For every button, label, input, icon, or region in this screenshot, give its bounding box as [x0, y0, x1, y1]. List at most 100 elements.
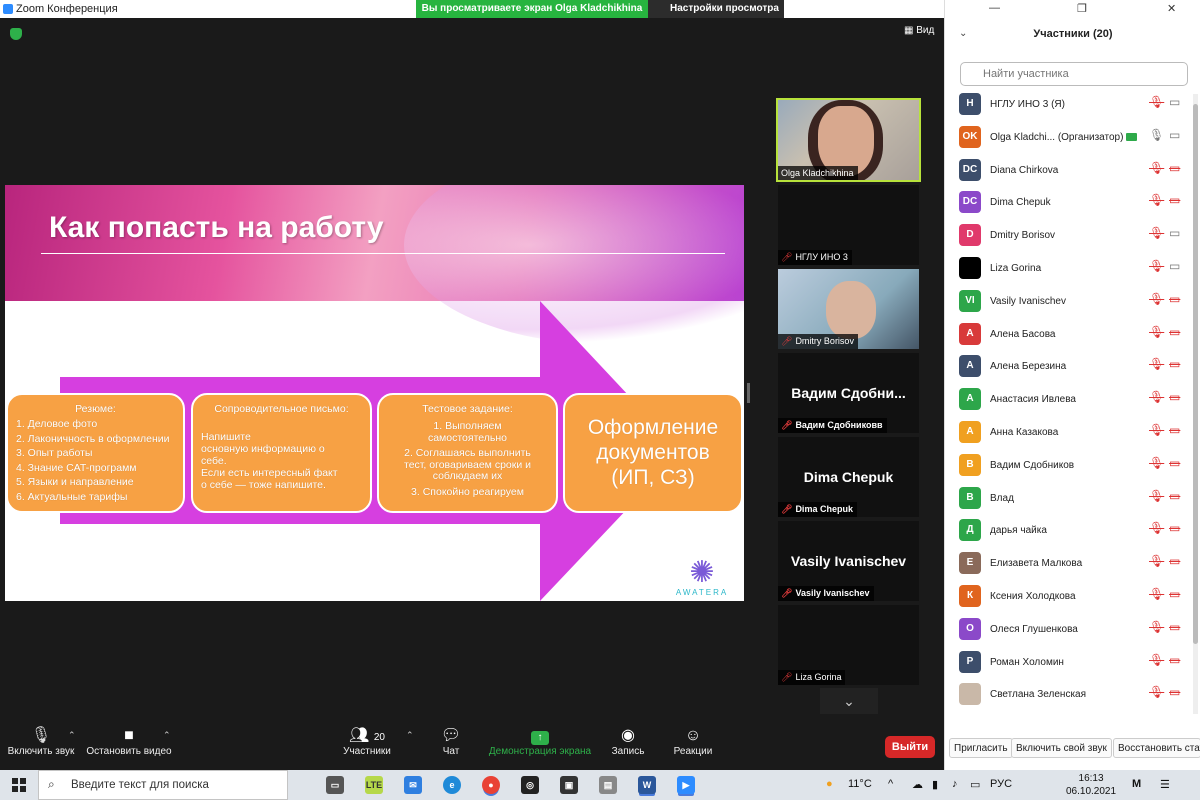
calculator-icon[interactable]: ▤ — [599, 776, 617, 794]
video-tile[interactable]: Dima Chepuk 🎤︎ Dima Chepuk — [778, 437, 919, 517]
video-off-icon[interactable]: ▭ — [1169, 521, 1180, 535]
minimize-icon[interactable]: — — [989, 2, 1000, 14]
participant-row[interactable]: D Dmitry Borisov 🎙︎ ▭ — [945, 220, 1191, 252]
unmute-button[interactable]: 🎙︎ Включить звук — [6, 726, 76, 757]
mic-icon[interactable]: 🎙︎ — [1149, 128, 1164, 142]
mic-muted-icon[interactable]: 🎙︎ — [1149, 357, 1164, 371]
video-off-icon[interactable]: ▭ — [1169, 292, 1180, 306]
scrollbar[interactable] — [1193, 94, 1198, 714]
participant-row[interactable]: Liza Gorina 🎙︎ ▭ — [945, 253, 1191, 285]
battery-icon[interactable]: ▭ — [970, 778, 980, 791]
audio-options-caret-icon[interactable]: ⌃ — [68, 730, 76, 741]
mic-muted-icon[interactable]: 🎙︎ — [1149, 423, 1164, 437]
video-options-caret-icon[interactable]: ⌃ — [163, 730, 171, 741]
onedrive-icon[interactable]: ☁ — [912, 778, 923, 791]
video-off-icon[interactable]: ▭ — [1169, 554, 1180, 568]
video-off-icon[interactable]: ▭ — [1169, 357, 1180, 371]
participants-button[interactable]: 👥︎ 20 Участники — [340, 726, 394, 757]
participant-row[interactable]: А Анна Казакова 🎙︎ ▭ — [945, 417, 1191, 449]
mic-muted-icon[interactable]: 🎙︎ — [1149, 456, 1164, 470]
video-off-icon[interactable]: ▭ — [1169, 685, 1180, 699]
participant-search-input[interactable] — [960, 62, 1188, 86]
windows-start-icon[interactable] — [12, 778, 26, 792]
lte-app-icon[interactable]: LTE — [365, 776, 383, 794]
mic-muted-icon[interactable]: 🎙︎ — [1149, 95, 1164, 109]
video-tile[interactable]: Olga Kladchikhina — [776, 98, 921, 182]
video-tile[interactable]: 🎤︎ Dmitry Borisov — [778, 269, 919, 349]
scrollbar-thumb[interactable] — [1193, 104, 1198, 644]
chrome-icon[interactable]: ● — [482, 776, 500, 794]
video-camera-icon[interactable]: ▭ — [1169, 95, 1180, 109]
video-off-icon[interactable]: ▭ — [1169, 587, 1180, 601]
volume-icon[interactable]: ♪ — [952, 778, 958, 790]
view-button[interactable]: ▦ Вид — [904, 25, 934, 36]
mic-muted-icon[interactable]: 🎙︎ — [1149, 620, 1164, 634]
mail-icon[interactable]: ✉ — [404, 776, 422, 794]
participant-row[interactable]: VI Vasily Ivanischev 🎙︎ ▭ — [945, 286, 1191, 318]
mic-muted-icon[interactable]: 🎙︎ — [1149, 161, 1164, 175]
shield-icon[interactable] — [10, 28, 22, 40]
mic-muted-icon[interactable]: 🎙︎ — [1149, 554, 1164, 568]
record-button[interactable]: ◉ Запись — [608, 726, 648, 757]
video-off-icon[interactable]: ▭ — [1169, 423, 1180, 437]
invite-button[interactable]: Пригласить — [949, 738, 1013, 758]
mic-muted-icon[interactable]: 🎙︎ — [1149, 390, 1164, 404]
participant-row[interactable]: О Олеся Глушенкова 🎙︎ ▭ — [945, 614, 1191, 646]
mic-muted-icon[interactable]: 🎙︎ — [1149, 259, 1164, 273]
video-off-icon[interactable]: ▭ — [1169, 325, 1180, 339]
participant-row[interactable]: Светлана Зеленская 🎙︎ ▭ — [945, 679, 1191, 711]
participant-row[interactable]: DC Diana Chirkova 🎙︎ ▭ — [945, 155, 1191, 187]
video-camera-icon[interactable]: ▭ — [1169, 128, 1180, 142]
video-off-icon[interactable]: ▭ — [1169, 620, 1180, 634]
participant-row[interactable]: Н НГЛУ ИНО 3 (Я) 🎙︎ ▭ — [945, 89, 1191, 121]
mic-muted-icon[interactable]: 🎙︎ — [1149, 685, 1164, 699]
obs-icon[interactable]: ◎ — [521, 776, 539, 794]
reactions-button[interactable]: ☺ Реакции — [670, 726, 716, 757]
chat-button[interactable]: 💬︎ Чат — [436, 726, 466, 757]
chevron-up-icon[interactable]: ^ — [888, 778, 893, 790]
language-indicator[interactable]: РУС — [990, 778, 1012, 790]
mic-muted-icon[interactable]: 🎙︎ — [1149, 587, 1164, 601]
network-icon[interactable]: ▮ — [932, 778, 938, 791]
participant-row[interactable]: DC Dima Chepuk 🎙︎ ▭ — [945, 187, 1191, 219]
edge-icon[interactable]: e — [443, 776, 461, 794]
word-icon[interactable]: W — [638, 776, 656, 794]
participant-row[interactable]: Ддарья чайка 🎙︎ ▭ — [945, 515, 1191, 547]
mic-muted-icon[interactable]: 🎙︎ — [1149, 292, 1164, 306]
share-screen-button[interactable]: ↑ Демонстрация экрана — [486, 726, 594, 757]
mic-muted-icon[interactable]: 🎙︎ — [1149, 521, 1164, 535]
mic-muted-icon[interactable]: 🎙︎ — [1149, 653, 1164, 667]
mic-muted-icon[interactable]: 🎙︎ — [1149, 325, 1164, 339]
participant-row[interactable]: Е Елизавета Малкова 🎙︎ ▭ — [945, 548, 1191, 580]
video-camera-icon[interactable]: ▭ — [1169, 259, 1180, 273]
resize-handle[interactable] — [747, 383, 750, 403]
restore-icon[interactable]: ❐ — [1077, 2, 1087, 15]
mic-muted-icon[interactable]: 🎙︎ — [1149, 193, 1164, 207]
scroll-down-button[interactable]: ⌄ — [820, 688, 878, 714]
task-view-icon[interactable]: ▭ — [326, 776, 344, 794]
mi-icon[interactable]: M — [1132, 778, 1141, 790]
participants-caret-icon[interactable]: ⌃ — [406, 730, 414, 741]
video-camera-icon[interactable]: ▭ — [1169, 226, 1180, 240]
video-tile[interactable]: 🎤︎ Liza Gorina — [778, 605, 919, 685]
notifications-icon[interactable]: ☰ — [1160, 778, 1170, 791]
participant-row[interactable]: А Алена Березина 🎙︎ ▭ — [945, 351, 1191, 383]
participant-row[interactable]: В Влад 🎙︎ ▭ — [945, 483, 1191, 515]
participant-row[interactable]: А Алена Басова 🎙︎ ▭ — [945, 319, 1191, 351]
mic-muted-icon[interactable]: 🎙︎ — [1149, 226, 1164, 240]
video-tile[interactable]: 🎤︎ НГЛУ ИНО 3 — [778, 185, 919, 265]
clock[interactable]: 16:13 06.10.2021 — [1066, 772, 1116, 798]
participant-row[interactable]: OK Olga Kladchi... (Организатор) 🎙︎ ▭ — [945, 122, 1191, 154]
video-off-icon[interactable]: ▭ — [1169, 653, 1180, 667]
unmute-self-button[interactable]: Включить свой звук — [1011, 738, 1112, 758]
video-tile[interactable]: Вадим Сдобни... 🎤︎ Вадим Сдобниковв — [778, 353, 919, 433]
video-off-icon[interactable]: ▭ — [1169, 193, 1180, 207]
participant-row[interactable]: К Ксения Холодкова 🎙︎ ▭ — [945, 581, 1191, 613]
video-tile[interactable]: Vasily Ivanischev 🎤︎ Vasily Ivanischev — [778, 521, 919, 601]
taskbar-search[interactable]: Введите текст для поиска — [38, 770, 288, 800]
mic-muted-icon[interactable]: 🎙︎ — [1149, 489, 1164, 503]
zoom-taskbar-icon[interactable]: ▶ — [677, 776, 695, 794]
participant-row[interactable]: Р Роман Холомин 🎙︎ ▭ — [945, 647, 1191, 679]
video-off-icon[interactable]: ▭ — [1169, 161, 1180, 175]
video-off-icon[interactable]: ▭ — [1169, 489, 1180, 503]
